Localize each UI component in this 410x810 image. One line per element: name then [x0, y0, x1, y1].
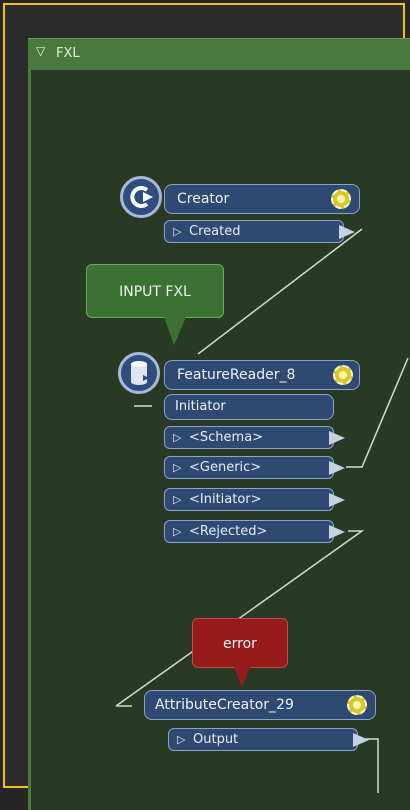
port-output[interactable]: ▷ Output	[168, 728, 369, 751]
annotation-tail	[164, 317, 186, 345]
creator-title: Creator	[177, 191, 230, 207]
gear-icon[interactable]	[333, 365, 353, 385]
port-rejected[interactable]: ▷ <Rejected>	[164, 520, 345, 543]
output-arrow-icon[interactable]	[329, 461, 345, 475]
port-generic[interactable]: ▷ <Generic>	[164, 456, 345, 479]
featurereader-node[interactable]: FeatureReader_8	[164, 360, 360, 390]
attributecreator-title: AttributeCreator_29	[155, 697, 294, 713]
gear-icon[interactable]	[331, 189, 351, 209]
annotation-input-fxl[interactable]: INPUT FXL	[86, 264, 224, 318]
output-arrow-icon[interactable]	[329, 431, 345, 445]
output-arrow-icon[interactable]	[353, 733, 369, 747]
port-initiator-input[interactable]: Initiator	[164, 394, 334, 420]
output-arrow-icon[interactable]	[329, 525, 345, 539]
triangle-right-icon: ▷	[173, 461, 182, 474]
creator-node[interactable]: Creator	[164, 184, 360, 214]
attributecreator-node[interactable]: AttributeCreator_29	[144, 690, 376, 720]
port-created[interactable]: ▷ Created	[164, 220, 355, 243]
port-schema[interactable]: ▷ <Schema>	[164, 426, 345, 449]
annotation-error[interactable]: error	[192, 618, 288, 668]
triangle-right-icon: ▷	[173, 493, 182, 506]
triangle-right-icon: ▷	[173, 225, 182, 238]
annotation-tail	[234, 667, 250, 687]
gear-icon[interactable]	[347, 695, 367, 715]
wire-output-down	[360, 738, 379, 793]
triangle-right-icon: ▷	[173, 431, 182, 444]
featurereader-title: FeatureReader_8	[177, 367, 296, 383]
triangle-right-icon: ▷	[177, 733, 186, 746]
database-cylinder-icon	[118, 352, 160, 394]
triangle-right-icon: ▷	[173, 525, 182, 538]
output-arrow-icon[interactable]	[339, 225, 355, 239]
output-arrow-icon[interactable]	[329, 493, 345, 507]
creator-circle-arrow-icon	[120, 176, 162, 218]
port-initiator-output[interactable]: ▷ <Initiator>	[164, 488, 345, 511]
